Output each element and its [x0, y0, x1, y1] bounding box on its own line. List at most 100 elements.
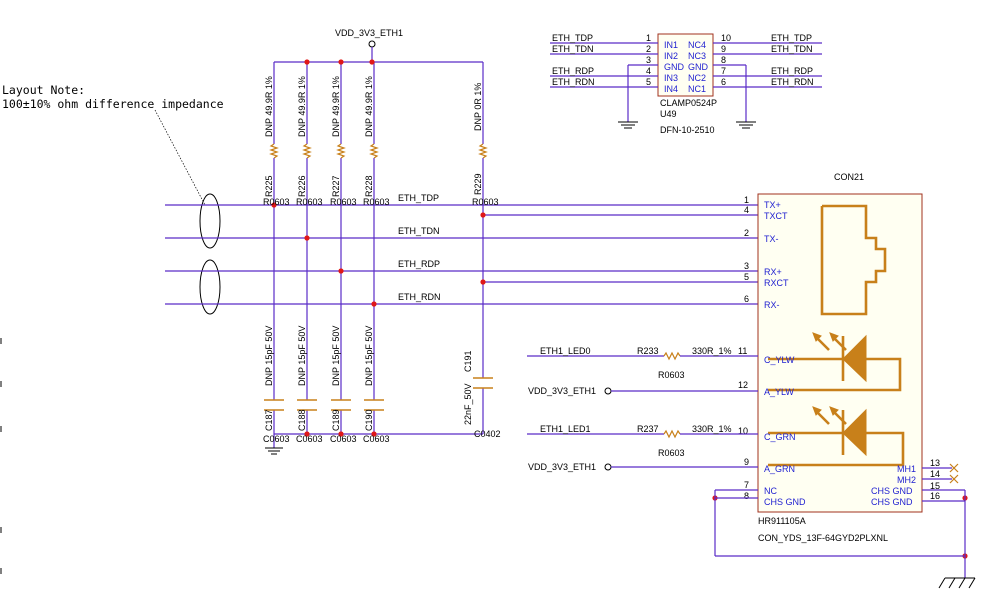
signal-wires: [165, 204, 758, 305]
r229-pkg: R0603: [472, 197, 499, 207]
c188-ref: C188: [297, 409, 307, 431]
net-led1: ETH1_LED1: [540, 424, 591, 434]
u49-pin-num-3: 3: [646, 55, 651, 65]
diff-pair-tx-marker: [199, 193, 221, 249]
con21-pin-name-mh2: MH2: [897, 475, 916, 485]
u49-pin-name-2: IN2: [664, 51, 678, 61]
u49-net-5: ETH_RDN: [552, 77, 595, 87]
c191-ref: C191: [463, 350, 473, 372]
u49-pin-num-7: 7: [721, 66, 726, 76]
c190-ref: C190: [364, 409, 374, 431]
u49-pin-num-6: 6: [721, 77, 726, 87]
con21-pin-name-chs-gnd-left: CHS GND: [764, 497, 806, 507]
c189-pkg: C0603: [330, 434, 357, 444]
layout-note-title: Layout Note:: [2, 83, 85, 97]
con21-pin-num-12: 12: [738, 380, 748, 390]
c191-pkg: C0402: [474, 429, 501, 439]
schematic-canvas: Layout Note: 100±10% ohm difference impe…: [0, 28, 976, 589]
u49-pin-num-10: 10: [721, 33, 731, 43]
u49-pin-name-9: NC3: [688, 51, 706, 61]
u49-net-7: ETH_RDP: [771, 66, 813, 76]
u49-net-9: ETH_TDN: [771, 44, 813, 54]
con21-pin-name-txp: TX+: [764, 200, 781, 210]
net-led0: ETH1_LED0: [540, 346, 591, 356]
con21-pin-name-rxct: RXCT: [764, 278, 789, 288]
c188-pkg: C0603: [296, 434, 323, 444]
con21-pin-num-11: 11: [738, 346, 747, 356]
con21-pin-num-7: 7: [744, 480, 749, 490]
con21-pin-name-a-ylw: A_YLW: [764, 387, 794, 397]
con21-pin-name-rxn: RX-: [764, 300, 780, 310]
layout-note-text: 100±10% ohm difference impedance: [2, 97, 224, 111]
r227-pkg: R0603: [330, 197, 357, 207]
r228-ref: R228: [364, 175, 374, 197]
con21-ref: CON21: [834, 172, 864, 182]
c187-pkg: C0603: [263, 434, 290, 444]
con21-pin-num-13: 13: [930, 458, 940, 468]
con21-pin-num-16: 16: [930, 491, 940, 501]
r233-ref: R233: [637, 346, 659, 356]
r228-pkg: R0603: [363, 197, 390, 207]
r227-value: DNP 49.9R 1%: [331, 76, 341, 137]
u49-pin-name-1: IN1: [664, 40, 678, 50]
con21-pin-num-5: 5: [744, 272, 749, 282]
u49-pin-name-8: GND: [688, 62, 709, 72]
con21-pin-name-c-ylw: C_YLW: [764, 355, 795, 365]
net-label-tdn: ETH_TDN: [398, 226, 440, 236]
u49-pin-num-9: 9: [721, 44, 726, 54]
con21-part: HR911105A: [758, 516, 806, 526]
u49-pin-name-3: GND: [664, 62, 685, 72]
net-label-rdn: ETH_RDN: [398, 292, 441, 302]
capacitor-labels: DNP 15pF 50V C187 C0603 DNP 15pF 50V C18…: [263, 326, 501, 444]
con21-pin-name-mh1: MH1: [897, 464, 916, 474]
r225-ref: R225: [264, 175, 274, 197]
con21-pin-num-4: 4: [744, 205, 749, 215]
con21-desc: CON_YDS_13F-64GYD2PLXNL: [758, 533, 888, 543]
u49-net-10: ETH_TDP: [771, 33, 812, 43]
con21-pin-num-6: 6: [744, 294, 749, 304]
u49-pin-name-4: IN3: [664, 73, 678, 83]
u49-pin-num-8: 8: [721, 55, 726, 65]
con21-pin-num-8: 8: [744, 491, 749, 501]
c188-value: DNP 15pF 50V: [297, 326, 307, 386]
net-label-tdp: ETH_TDP: [398, 193, 439, 203]
con21-connector: CON21 1 4 2 3 5 6 11 12 10 9 7 8 TX+ TXC…: [714, 172, 976, 589]
con21-pin-name-chs-gnd-15: CHS GND: [871, 486, 913, 496]
u49-pin-name-6: NC1: [688, 84, 706, 94]
c191-value: 22nF_50V: [463, 383, 473, 425]
c187-ref: C187: [264, 409, 274, 431]
u49-clamp: ETH_TDP ETH_TDN ETH_RDP ETH_RDN 1 2 3 4 …: [550, 33, 822, 135]
r226-value: DNP 49.9R 1%: [297, 76, 307, 137]
vdd-led-ylw: VDD_3V3_ETH1: [528, 386, 596, 396]
u49-net-6: ETH_RDN: [771, 77, 814, 87]
con21-pin-name-txn: TX-: [764, 234, 779, 244]
r226-pkg: R0603: [296, 197, 323, 207]
r233-pkg: R0603: [658, 370, 685, 380]
u49-part: CLAMP0524P: [660, 98, 717, 108]
con21-pin-name-a-grn: A_GRN: [764, 464, 795, 474]
con21-pin-num-2: 2: [744, 228, 749, 238]
r229-value: DNP 0R 1%: [473, 83, 483, 131]
layout-note: Layout Note: 100±10% ohm difference impe…: [2, 83, 224, 206]
u49-ref: U49: [660, 109, 677, 119]
con21-pin-num-14: 14: [930, 469, 940, 479]
con21-pin-name-c-grn: C_GRN: [764, 432, 796, 442]
r229-ref: R229: [473, 173, 483, 195]
vdd-top-label: VDD_3V3_ETH1: [335, 28, 403, 38]
con21-pin-name-chs-gnd-16: CHS GND: [871, 497, 913, 507]
net-label-rdp: ETH_RDP: [398, 259, 440, 269]
c190-value: DNP 15pF 50V: [364, 326, 374, 386]
r237-value: 330R_1%: [692, 424, 732, 434]
u49-pin-num-1: 1: [646, 33, 651, 43]
con21-pin-num-1: 1: [744, 195, 749, 205]
u49-pin-name-7: NC2: [688, 73, 706, 83]
r227-ref: R227: [331, 175, 341, 197]
u49-pin-num-5: 5: [646, 77, 651, 87]
con21-pin-name-txct: TXCT: [764, 211, 788, 221]
u49-pin-name-10: NC4: [688, 40, 706, 50]
r237-pkg: R0603: [658, 448, 685, 458]
u49-net-4: ETH_RDP: [552, 66, 594, 76]
r237-ref: R237: [637, 424, 659, 434]
c189-ref: C189: [331, 409, 341, 431]
diff-pair-rx-marker: [199, 259, 221, 315]
